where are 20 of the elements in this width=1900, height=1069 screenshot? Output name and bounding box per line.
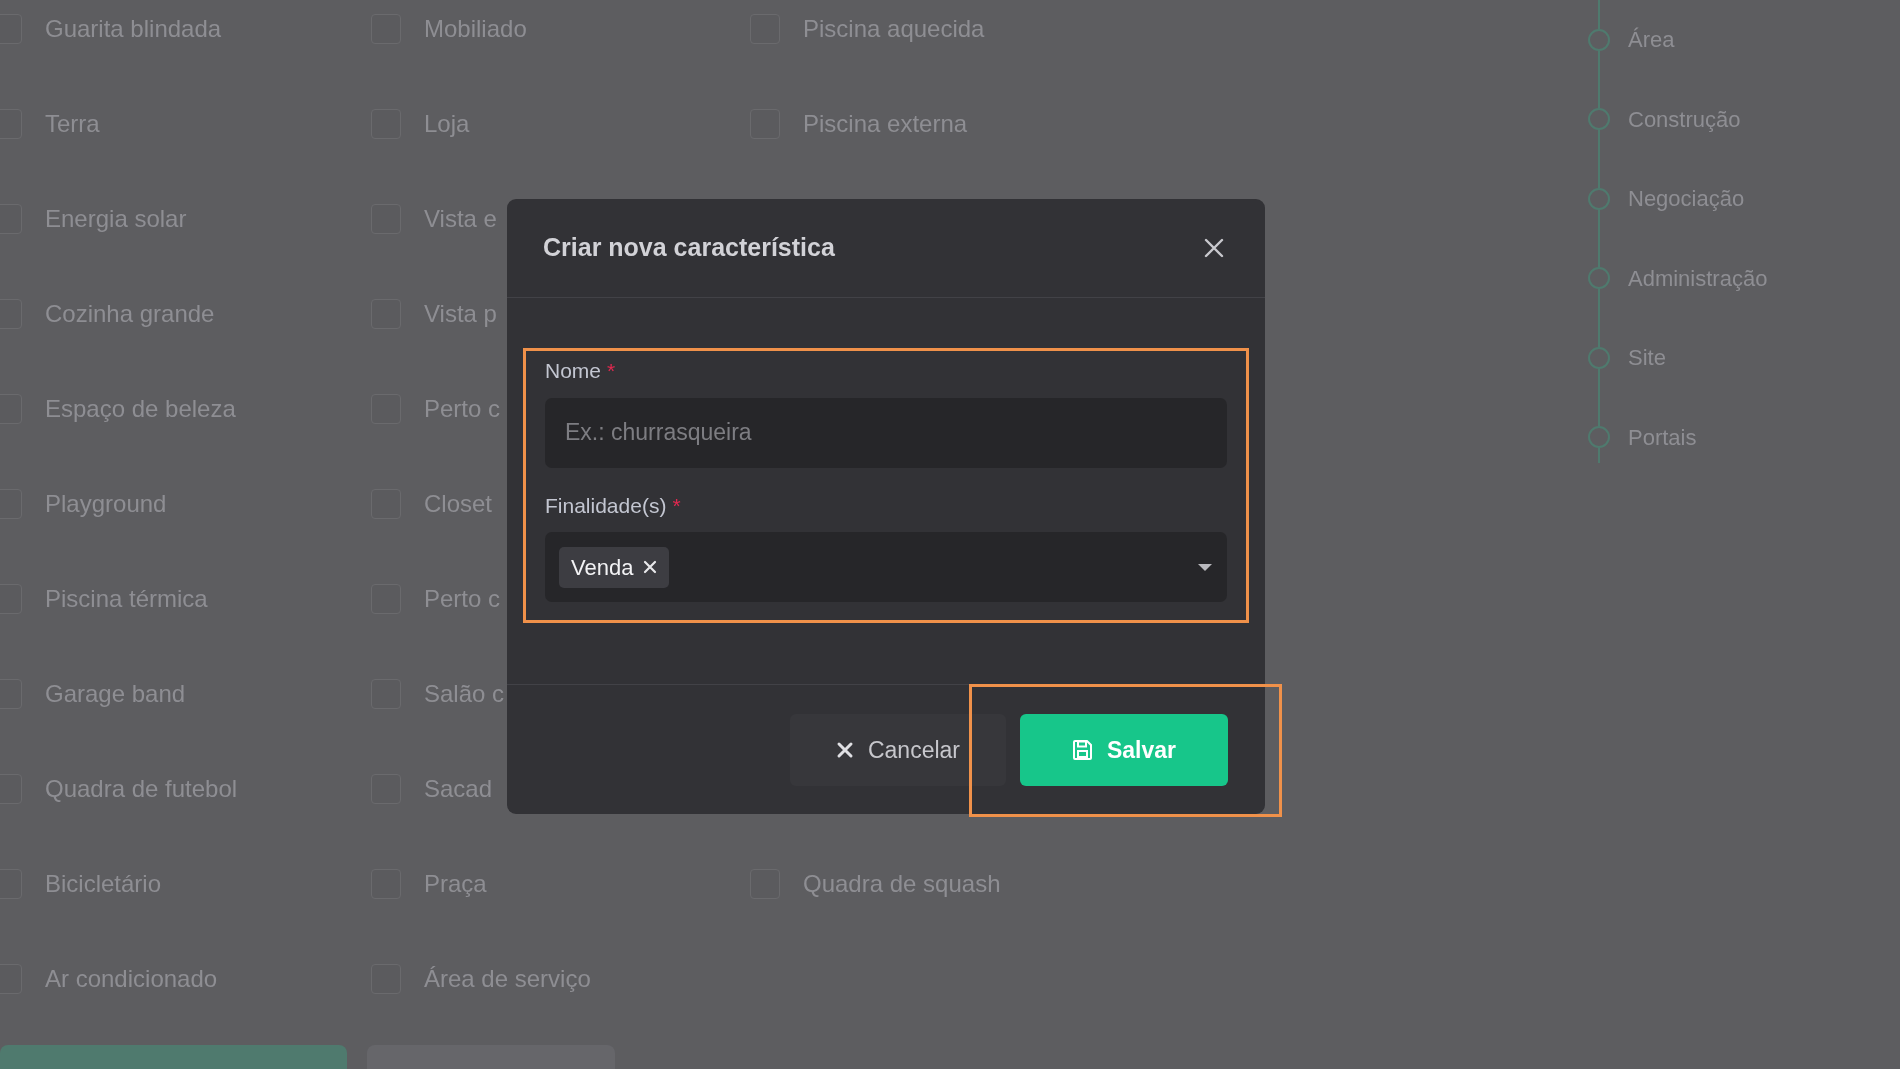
step-dot (1588, 267, 1610, 290)
step-dot (1588, 346, 1610, 369)
multiselect-field[interactable]: Venda (545, 532, 1227, 602)
step-dot (1588, 108, 1610, 131)
save-button[interactable]: Salvar (1020, 714, 1228, 786)
input-field[interactable]: Ex.: churrasqueira (545, 397, 1227, 468)
cancel-button[interactable]: Cancelar (790, 714, 1006, 786)
step-dot (1588, 187, 1610, 210)
caret-icon (1197, 562, 1213, 572)
field-label: Nome (545, 359, 602, 382)
close-icon (835, 741, 854, 759)
required-mark: * (607, 359, 616, 382)
selected-tag[interactable]: Venda (559, 546, 670, 588)
step-dot (1588, 426, 1610, 449)
required-mark: * (672, 493, 681, 517)
remove-icon (643, 560, 658, 574)
field-label: Finalidade(s) (545, 493, 667, 517)
modal-title: Criar nova característica (543, 232, 835, 264)
step-dot (1588, 28, 1610, 51)
close-icon (1203, 237, 1225, 259)
